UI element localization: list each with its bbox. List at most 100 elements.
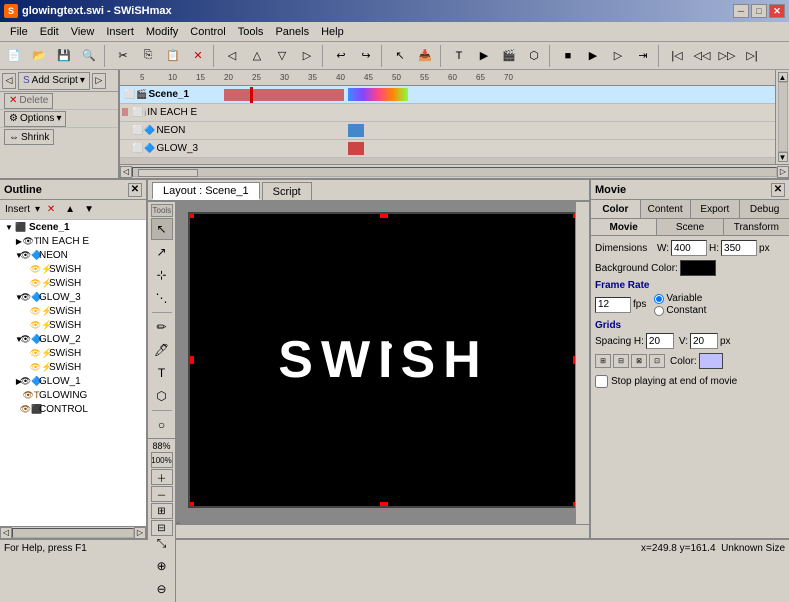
menu-view[interactable]: View (65, 24, 101, 40)
tree-item-glowing[interactable]: 👁T GLOWING (0, 388, 146, 402)
width-input[interactable] (671, 240, 707, 256)
prev-btn[interactable]: ◁◁ (690, 45, 714, 67)
grid-color-swatch[interactable] (699, 353, 723, 369)
delete-btn[interactable]: ✕ (186, 45, 210, 67)
handle-tm[interactable] (380, 212, 388, 218)
outline-hscroll[interactable]: ◁ ▷ (0, 526, 146, 538)
save-btn[interactable]: 💾 (52, 45, 76, 67)
tab-layout[interactable]: Layout : Scene_1 (152, 182, 260, 200)
open-btn[interactable]: 📂 (27, 45, 51, 67)
handle-bm[interactable] (380, 502, 388, 508)
outline-close-button[interactable]: ✕ (128, 183, 142, 197)
menu-help[interactable]: Help (315, 24, 350, 40)
menu-tools[interactable]: Tools (232, 24, 270, 40)
arrow-down-btn[interactable]: ▽ (270, 45, 294, 67)
tree-item-swish3[interactable]: 👁⚡ SWiSH (0, 304, 146, 318)
tree-item-control[interactable]: 👁⬛ CONTROL (0, 402, 146, 416)
hscroll-left[interactable]: ◁ (120, 166, 132, 178)
timeline-hscroll[interactable]: ◁ ▷ (120, 164, 789, 178)
menu-panels[interactable]: Panels (269, 24, 315, 40)
tool-distort[interactable]: ⋱ (151, 287, 173, 309)
stop-btn[interactable]: ■ (556, 45, 580, 67)
last-btn[interactable]: ▷| (740, 45, 764, 67)
tl-nav-prev[interactable]: ◁ (2, 73, 16, 89)
handle-tl[interactable] (188, 212, 194, 218)
tree-item-glow2[interactable]: ▼ 👁🔷 GLOW_2 (0, 332, 146, 346)
subtab-transform[interactable]: Transform (724, 219, 789, 235)
grid-icon3[interactable]: ⊠ (631, 354, 647, 368)
menu-file[interactable]: File (4, 24, 34, 40)
grid-icon4[interactable]: ⊡ (649, 354, 665, 368)
spacing-v-input[interactable] (690, 333, 718, 349)
zoom-fit-btn[interactable]: ⊞ (151, 503, 173, 519)
arrow-left-btn[interactable]: ◁ (220, 45, 244, 67)
track-ineach[interactable]: ⬜ i IN EACH E (120, 104, 775, 122)
movie-close-btn[interactable]: ✕ (771, 183, 785, 197)
copy-btn[interactable]: ⎘ (136, 45, 160, 67)
stop-playing-checkbox[interactable] (595, 375, 608, 388)
canvas-vscroll[interactable] (575, 202, 589, 524)
delete-button[interactable]: ✕ Delete (4, 93, 53, 109)
handle-bl[interactable] (188, 502, 194, 508)
outline-up-btn[interactable]: ▲ (61, 202, 79, 218)
zoom-out-btn[interactable]: － (151, 486, 173, 502)
tab-export[interactable]: Export (691, 200, 741, 218)
first-btn[interactable]: |◁ (665, 45, 689, 67)
tree-item-swish6[interactable]: 👁⚡ SWiSH (0, 360, 146, 374)
undo-btn[interactable]: ↩ (329, 45, 353, 67)
close-button[interactable]: ✕ (769, 4, 785, 18)
zoom-in-btn[interactable]: ＋ (151, 469, 173, 485)
outline-delete-btn[interactable]: ✕ (42, 202, 60, 218)
tool-text[interactable]: T (151, 362, 173, 384)
tab-content[interactable]: Content (641, 200, 691, 218)
tool-subselect[interactable]: ↗ (151, 241, 173, 263)
tl-scroll-down[interactable]: ▼ (778, 152, 788, 162)
skip-btn[interactable]: ⇥ (631, 45, 655, 67)
menu-control[interactable]: Control (184, 24, 231, 40)
menu-edit[interactable]: Edit (34, 24, 65, 40)
handle-ml[interactable] (188, 356, 194, 364)
minimize-button[interactable]: ─ (733, 4, 749, 18)
tool-transform[interactable]: ⊹ (151, 264, 173, 286)
play-btn[interactable]: ▶ (581, 45, 605, 67)
text-btn[interactable]: T (447, 45, 471, 67)
zoom-100-btn[interactable]: 100% (151, 452, 173, 468)
paste-btn[interactable]: 📋 (161, 45, 185, 67)
next-btn[interactable]: ▷▷ (715, 45, 739, 67)
constant-radio[interactable] (654, 306, 664, 316)
tool-pen[interactable]: 🖊 (151, 339, 173, 361)
track-scene1[interactable]: ⬜ 🎬 Scene_1 (120, 86, 775, 104)
tl-scroll-up[interactable]: ▲ (778, 72, 788, 82)
add-script-button[interactable]: S Add Script ▾ (18, 72, 90, 90)
tool-opt2[interactable]: ⊕ (151, 555, 173, 577)
new-btn[interactable]: 📄 (2, 45, 26, 67)
tree-item-glow1[interactable]: ▶ 👁🔷 GLOW_1 (0, 374, 146, 388)
framerate-input[interactable] (595, 297, 631, 313)
tool-oval[interactable]: ○ (151, 414, 173, 436)
tree-item-swish4[interactable]: 👁⚡ SWiSH (0, 318, 146, 332)
arrow-up-btn[interactable]: △ (245, 45, 269, 67)
canvas-hscroll[interactable] (176, 524, 589, 538)
hscroll-right[interactable]: ▷ (777, 166, 789, 178)
movie-btn[interactable]: 🎬 (497, 45, 521, 67)
pointer-btn[interactable]: ↖ (388, 45, 412, 67)
tl-nav-next[interactable]: ▷ (92, 73, 106, 89)
tool-pencil[interactable]: ✏ (151, 316, 173, 338)
subtab-movie[interactable]: Movie (591, 219, 657, 235)
track-glow3[interactable]: ⬜ 🔷 GLOW_3 (120, 140, 775, 158)
shape-btn[interactable]: ⬡ (522, 45, 546, 67)
grid-icon1[interactable]: ⊞ (595, 354, 611, 368)
tool-motion[interactable]: ⬡ (151, 385, 173, 407)
variable-radio[interactable] (654, 294, 664, 304)
cut-btn[interactable]: ✂ (111, 45, 135, 67)
tree-item-glow3[interactable]: ▼ 👁🔷 GLOW_3 (0, 290, 146, 304)
outline-scroll-left[interactable]: ◁ (0, 527, 12, 539)
tree-item-neon[interactable]: ▼ 👁🔷 NEON (0, 248, 146, 262)
anim-btn[interactable]: ▶ (472, 45, 496, 67)
shrink-button[interactable]: ⇔ Shrink (4, 129, 54, 145)
menu-modify[interactable]: Modify (140, 24, 184, 40)
search-btn[interactable]: 🔍 (77, 45, 101, 67)
spacing-h-input[interactable] (646, 333, 674, 349)
height-input[interactable] (721, 240, 757, 256)
subtab-scene[interactable]: Scene (657, 219, 723, 235)
